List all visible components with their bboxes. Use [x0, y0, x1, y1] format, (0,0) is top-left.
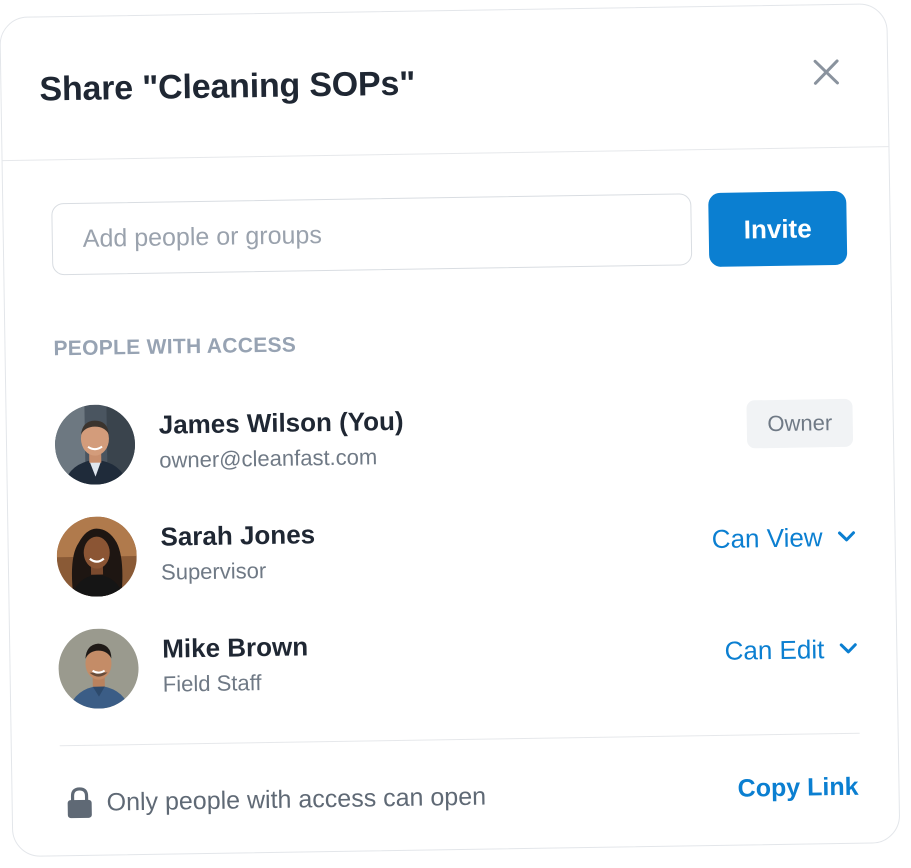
add-people-input[interactable]: [51, 193, 693, 276]
person-row-james-wilson: James Wilson (You) owner@cleanfast.com O…: [54, 393, 855, 490]
copy-link-button[interactable]: Copy Link: [737, 773, 858, 804]
stage: Share "Cleaning SOPs" Invite PEOPLE WITH…: [0, 0, 911, 868]
avatar-photo-woman: [56, 516, 138, 598]
access-status-text: Only people with access can open: [106, 782, 487, 817]
invite-row: Invite: [51, 190, 852, 284]
avatar: [57, 628, 140, 710]
person-name: Sarah Jones: [160, 519, 316, 552]
permission-label: Can Edit: [724, 633, 825, 666]
invite-button[interactable]: Invite: [708, 190, 848, 267]
avatar-photo-man-suit: [54, 404, 136, 486]
avatar-photo-man-denim: [57, 628, 140, 710]
person-name: Mike Brown: [162, 631, 309, 664]
permission-label: Can View: [711, 521, 823, 554]
person-row-mike-brown: Mike Brown Field Staff Can Edit: [57, 617, 859, 714]
close-icon: [813, 59, 839, 85]
footer-divider: [59, 732, 860, 747]
permission-dropdown[interactable]: Can Edit: [724, 629, 858, 671]
owner-badge: Owner: [746, 398, 854, 449]
avatar: [56, 516, 138, 598]
close-button[interactable]: [809, 55, 844, 90]
person-role-subtitle: Supervisor: [160, 557, 267, 585]
person-row-sarah-jones: Sarah Jones Supervisor Can View: [56, 505, 857, 602]
people-with-access-label: PEOPLE WITH ACCESS: [53, 333, 297, 361]
dialog-footer: Only people with access can open Copy Li…: [60, 773, 861, 826]
permission-dropdown[interactable]: Can View: [711, 517, 856, 559]
dialog-title: Share "Cleaning SOPs": [39, 64, 416, 109]
person-name: James Wilson (You): [158, 405, 404, 440]
person-email: owner@cleanfast.com: [159, 444, 378, 473]
share-dialog: Share "Cleaning SOPs" Invite PEOPLE WITH…: [0, 3, 901, 858]
avatar: [54, 404, 136, 486]
chevron-down-icon: [838, 531, 856, 542]
lock-icon: [67, 787, 92, 819]
dialog-header: Share "Cleaning SOPs": [0, 4, 889, 162]
person-role-subtitle: Field Staff: [162, 670, 262, 697]
chevron-down-icon: [839, 643, 857, 654]
